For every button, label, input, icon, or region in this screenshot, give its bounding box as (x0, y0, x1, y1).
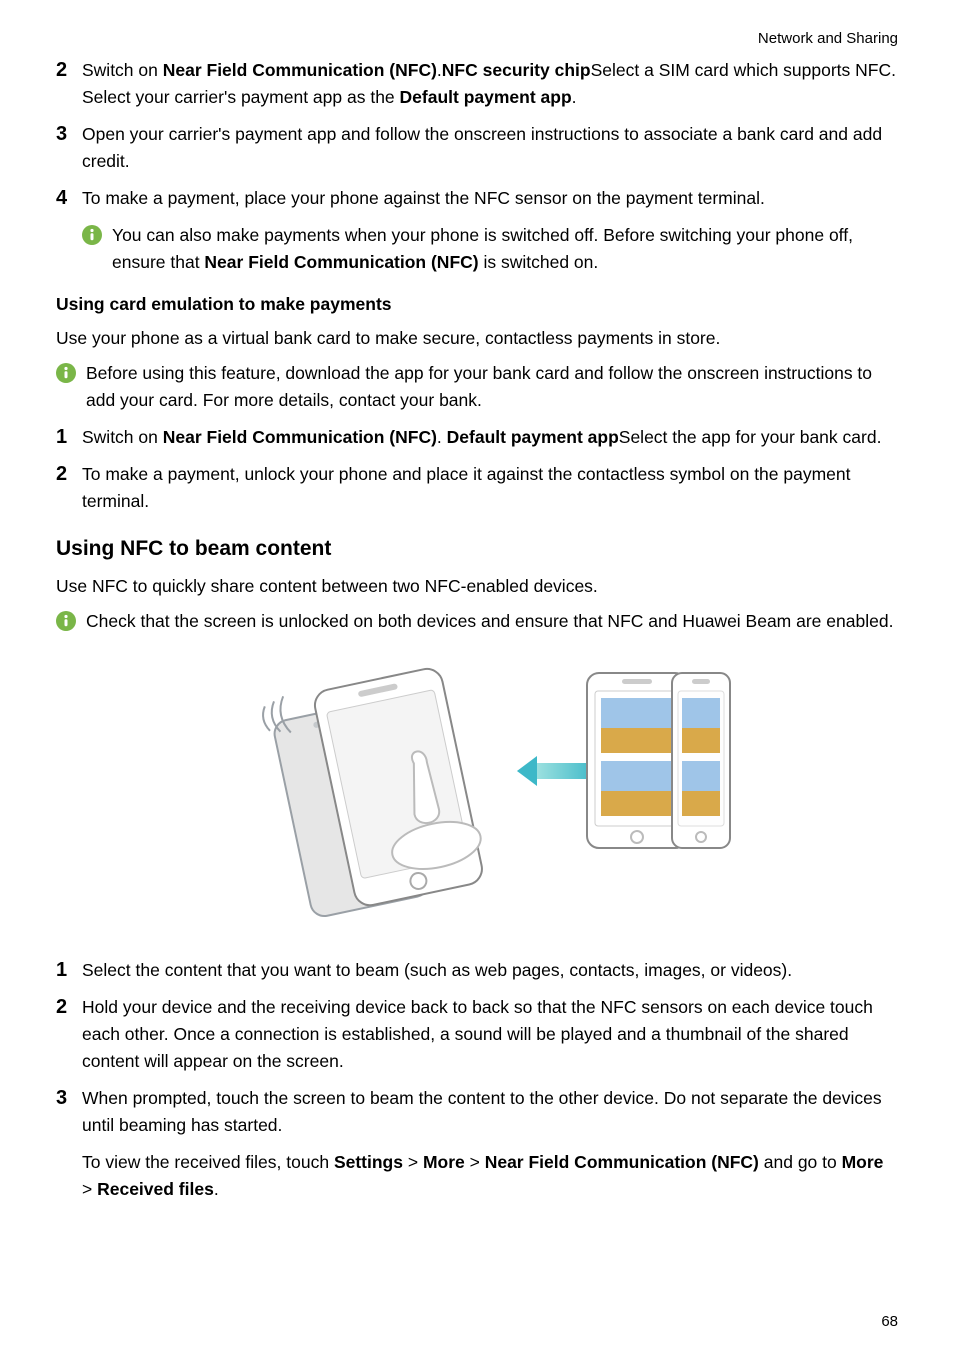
step-number: 3 (56, 121, 82, 175)
step-text: Select the content that you want to beam… (82, 957, 898, 984)
info-icon (56, 363, 78, 383)
info-text: Before using this feature, download the … (86, 360, 898, 414)
ordered-list-nfc-sim: 2 Switch on Near Field Communication (NF… (56, 57, 898, 212)
step-text: To make a payment, unlock your phone and… (82, 461, 898, 515)
illustration-nfc-beam (56, 663, 898, 923)
step-number: 3 (56, 1085, 82, 1203)
heading-card-emulation: Using card emulation to make payments (56, 294, 898, 315)
heading-beam-content: Using NFC to beam content (56, 537, 898, 561)
paragraph: Use your phone as a virtual bank card to… (56, 325, 898, 352)
step-number: 4 (56, 185, 82, 212)
info-text: You can also make payments when your pho… (112, 222, 898, 276)
ordered-list-beam: 1 Select the content that you want to be… (56, 957, 898, 1203)
list-item: 3 Open your carrier's payment app and fo… (56, 121, 898, 175)
step-text: Switch on Near Field Communication (NFC)… (82, 57, 898, 111)
page-number: 68 (881, 1313, 898, 1330)
list-item: 3 When prompted, touch the screen to bea… (56, 1085, 898, 1203)
step-text: When prompted, touch the screen to beam … (82, 1085, 898, 1203)
list-item: 2 Hold your device and the receiving dev… (56, 994, 898, 1075)
step-number: 2 (56, 461, 82, 515)
step-text: Switch on Near Field Communication (NFC)… (82, 424, 898, 451)
list-item: 1 Select the content that you want to be… (56, 957, 898, 984)
info-icon (82, 225, 104, 245)
info-note: Before using this feature, download the … (56, 360, 898, 414)
info-icon (56, 611, 78, 631)
ordered-list-card-emulation: 1 Switch on Near Field Communication (NF… (56, 424, 898, 515)
list-item: 1 Switch on Near Field Communication (NF… (56, 424, 898, 451)
step-number: 2 (56, 57, 82, 111)
list-item: 2 Switch on Near Field Communication (NF… (56, 57, 898, 111)
info-note: You can also make payments when your pho… (82, 222, 898, 276)
step-number: 1 (56, 957, 82, 984)
paragraph: Use NFC to quickly share content between… (56, 573, 898, 600)
step-number: 1 (56, 424, 82, 451)
list-item: 2 To make a payment, unlock your phone a… (56, 461, 898, 515)
info-text: Check that the screen is unlocked on bot… (86, 608, 898, 635)
list-item: 4 To make a payment, place your phone ag… (56, 185, 898, 212)
step-text: Hold your device and the receiving devic… (82, 994, 898, 1075)
page-header: Network and Sharing (56, 30, 898, 47)
step-text: To make a payment, place your phone agai… (82, 185, 898, 212)
step-number: 2 (56, 994, 82, 1075)
info-note: Check that the screen is unlocked on bot… (56, 608, 898, 635)
step-text: Open your carrier's payment app and foll… (82, 121, 898, 175)
